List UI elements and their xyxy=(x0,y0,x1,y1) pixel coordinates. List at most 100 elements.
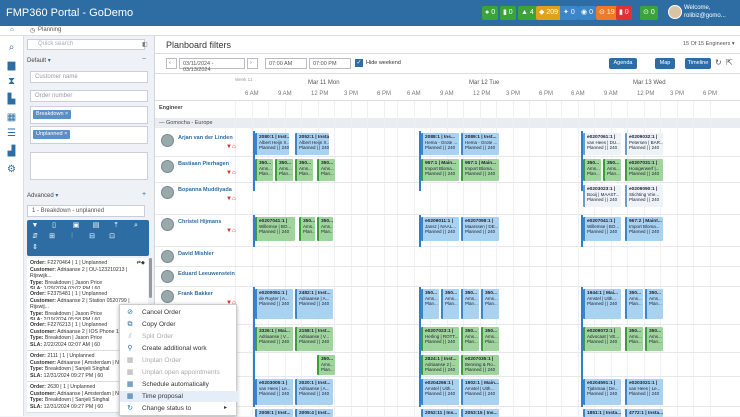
appointment[interactable]: 2020:1 | Inst... Adriaanse | A... Planned … xyxy=(295,379,333,405)
calendar-icon[interactable]: ▦ xyxy=(5,112,18,123)
menu-time-proposal[interactable]: ▦ Time proposal xyxy=(120,391,238,402)
plus-icon[interactable]: + xyxy=(142,191,146,198)
map-button[interactable]: Map xyxy=(655,58,675,69)
appointment[interactable]: 350... Ams... Plan... xyxy=(603,159,621,181)
appointment[interactable]: 350... Ams... Plan... xyxy=(255,159,273,181)
tag-breakdown[interactable]: Breakdown × xyxy=(33,110,72,119)
default-section[interactable]: Default ▾ xyxy=(27,57,51,64)
chart-icon[interactable]: ▙ xyxy=(5,94,18,105)
engineer-resource[interactable]: Eduard Leeuwenstein xyxy=(158,267,238,287)
appointment[interactable]: 2089:1 | Inst... Hema - Grote ... Planned … xyxy=(461,133,499,155)
engineer-count[interactable]: 15 Of 15 Engineers ▾ xyxy=(683,41,735,47)
badge-green-4[interactable]: ⊙ 0 xyxy=(640,6,658,20)
appointment[interactable]: 3326:1 | Mai... Adriaanse | V... Planned |… xyxy=(255,327,293,351)
appointment[interactable]: 967:1 | Main... Import Bloma... Planned | … xyxy=(421,159,459,181)
engineer-resource[interactable]: David Mishler xyxy=(158,247,238,267)
badge-red-1[interactable]: ▮ 0 xyxy=(616,6,632,20)
time-from-input[interactable]: 07:00 AM xyxy=(265,58,307,69)
customer-name-input[interactable]: Customer name xyxy=(30,71,148,83)
prev-button[interactable]: ‹ xyxy=(166,58,177,69)
appointment[interactable]: 1944:1 | Mai... Amstel | Uith... Planned |… xyxy=(583,289,621,319)
engineer-resource[interactable]: Christel Hijmans ▼⌂ xyxy=(158,215,238,247)
user-avatar[interactable] xyxy=(668,5,682,19)
factory-icon[interactable]: ▟ xyxy=(5,146,18,157)
quick-search-input[interactable]: Quick search xyxy=(27,39,145,50)
timeline-button[interactable]: Timeline xyxy=(685,58,711,69)
engineer-resource[interactable]: Bastiaan Pierhagen ▼⌂ xyxy=(158,157,238,183)
appointment[interactable]: 967:2 | Maint... Import Bloma... Planned |… xyxy=(625,217,663,241)
order-number-input[interactable]: Order number xyxy=(30,90,148,102)
appointment[interactable]: 350... Ams... Plan... xyxy=(317,355,335,375)
appointment[interactable]: e0207031:1 | Hooigerwerf |... Planned | | … xyxy=(625,159,663,181)
menu-unplan-order[interactable]: ▦ Unplan Order xyxy=(120,355,238,366)
appointment[interactable]: e0207035:1 | Benning & Ro... Planned | | 2… xyxy=(461,355,499,375)
signal-icon[interactable]: ⫶ xyxy=(67,233,77,241)
appointment[interactable]: 350... Ams... Plan... xyxy=(317,217,333,241)
subgroup-label[interactable]: — Gomocha - Europe xyxy=(155,118,740,128)
menu-change-status[interactable]: ↻ Change status to ▸ xyxy=(120,403,238,414)
gears-icon[interactable]: ⚙ xyxy=(5,164,18,175)
badge-blue-2[interactable]: ◉ 0 xyxy=(578,6,596,20)
badge-green-1[interactable]: ● 0 xyxy=(482,6,499,20)
badge-orange-1[interactable]: ◆ 209 xyxy=(536,6,562,20)
time-to-input[interactable]: 07:00 PM xyxy=(309,58,351,69)
table-icon[interactable]: ⊟ xyxy=(87,233,97,241)
home-icon[interactable]: ⌂ xyxy=(10,27,14,33)
appointment[interactable]: e0203023:1 | Booij | MAAST... Planned | | … xyxy=(583,185,621,207)
appointment[interactable]: 350... Ams... Plan... xyxy=(625,327,643,351)
appointment[interactable]: 350... Ams... Plan... xyxy=(583,159,601,181)
appointment[interactable]: 350... Ams... Plan... xyxy=(625,289,643,319)
menu-unplan-open-appointments[interactable]: ▦ Unplan open appointments xyxy=(120,367,238,378)
appointment[interactable]: 350... Ams... Plan... xyxy=(645,327,663,351)
appointment[interactable]: 350... Ams... Plan... xyxy=(317,159,335,181)
appointment[interactable]: e0207061:1 | van Hees | DU... Planned | | … xyxy=(583,133,621,155)
appointment[interactable]: e0209072:1 | Advocaat | VE... Planned | | … xyxy=(583,327,621,351)
sort-icon[interactable]: ⇵ xyxy=(30,233,40,241)
link-icon[interactable]: ⇄◆ xyxy=(137,260,145,267)
appointment[interactable]: e0207041:1 | Willemse | BO... Planned | | … xyxy=(255,217,295,241)
extra-filter-area[interactable] xyxy=(30,152,148,180)
engineer-resource[interactable]: Bopanna Muddiyada ▼⌂ xyxy=(158,183,238,215)
search-icon[interactable]: ⌕ xyxy=(131,222,141,230)
external-link-icon[interactable]: ⇱ xyxy=(726,58,733,67)
appointment[interactable]: 350... Ams... Plan... xyxy=(275,159,293,181)
grid-icon[interactable]: ⊞ xyxy=(47,233,57,241)
layout-icon[interactable]: ⊡ xyxy=(107,233,117,241)
appointment[interactable]: 2482:1 | Inst... Adriaanse | A... Planned … xyxy=(295,289,333,319)
breadcrumb-planning[interactable]: Planning xyxy=(38,27,61,33)
expand-icon[interactable]: ⇕ xyxy=(30,244,40,252)
appointment[interactable]: 2052:1 | Insta...Albert Heijn X...Planne… xyxy=(295,133,329,155)
appointment[interactable]: 967:1 | Main... Import Bloma... Planned | … xyxy=(461,159,499,181)
search-icon[interactable]: ⌕ xyxy=(5,42,18,53)
briefcase-icon[interactable]: ▆ xyxy=(5,60,18,71)
appointment[interactable]: e0200051:1 | de Ruyter | A... Planned | | … xyxy=(255,289,293,319)
hide-weekend-checkbox[interactable]: ✓ xyxy=(355,59,363,67)
list-icon[interactable]: ☰ xyxy=(5,128,18,139)
appointment[interactable]: 2158:1 | Inst... Adriaanse | V... Planned … xyxy=(295,327,333,351)
trash-icon[interactable]: ▯ xyxy=(49,222,59,230)
calendar-icon[interactable]: ▤ xyxy=(91,222,101,230)
menu-schedule-automatically[interactable]: ▦ Schedule automatically xyxy=(120,379,238,390)
user-greeting[interactable]: Welcome, rolibiz@gomo... xyxy=(684,4,726,20)
agenda-button[interactable]: Agenda xyxy=(609,58,637,69)
next-button[interactable]: › xyxy=(247,58,258,69)
appointment[interactable]: 350... Ams... Plan... xyxy=(299,217,315,241)
badge-green-2[interactable]: ▮ 0 xyxy=(500,6,516,20)
appointment[interactable]: 2080:1 | Inst... Albert Heijn X... Planned… xyxy=(255,133,289,155)
tag-unplanned[interactable]: Unplanned × xyxy=(33,130,71,139)
menu-copy-order[interactable]: ⧉ Copy Order xyxy=(120,319,238,330)
appointment[interactable]: e0207098:1 | Maarssen | DE... Planned | | … xyxy=(461,217,499,241)
appointment[interactable]: 350... Ams... Plan... xyxy=(441,289,459,319)
advanced-section[interactable]: Advanced ▾ xyxy=(27,192,58,199)
appointment[interactable]: 350... Ams... Plan... xyxy=(481,327,499,351)
menu-cancel-order[interactable]: ⊘ Cancel Order xyxy=(120,307,238,318)
appointment[interactable]: e0204591:1 | Tjalsmaa | De... Planned | | … xyxy=(583,379,621,405)
badge-green-3[interactable]: ▲ 4 xyxy=(518,6,537,20)
appointment[interactable]: e0209090:1 | Stichting Vrie... Planned | |… xyxy=(625,185,663,207)
date-range-input[interactable]: 03/11/2024 - 03/13/2024 xyxy=(179,58,245,73)
appointment[interactable]: 2824:1 | Inst... Adriaanse 2 |... Planned … xyxy=(421,355,459,375)
appointment[interactable]: e0203021:1 | van Hees | Le... Planned | | … xyxy=(625,379,663,405)
badge-blue-1[interactable]: ✦ 0 xyxy=(560,6,578,20)
menu-split-order[interactable]: ⫽ Split Order xyxy=(120,331,238,342)
menu-create-additional-work[interactable]: ⚲ Create additional work xyxy=(120,343,238,354)
